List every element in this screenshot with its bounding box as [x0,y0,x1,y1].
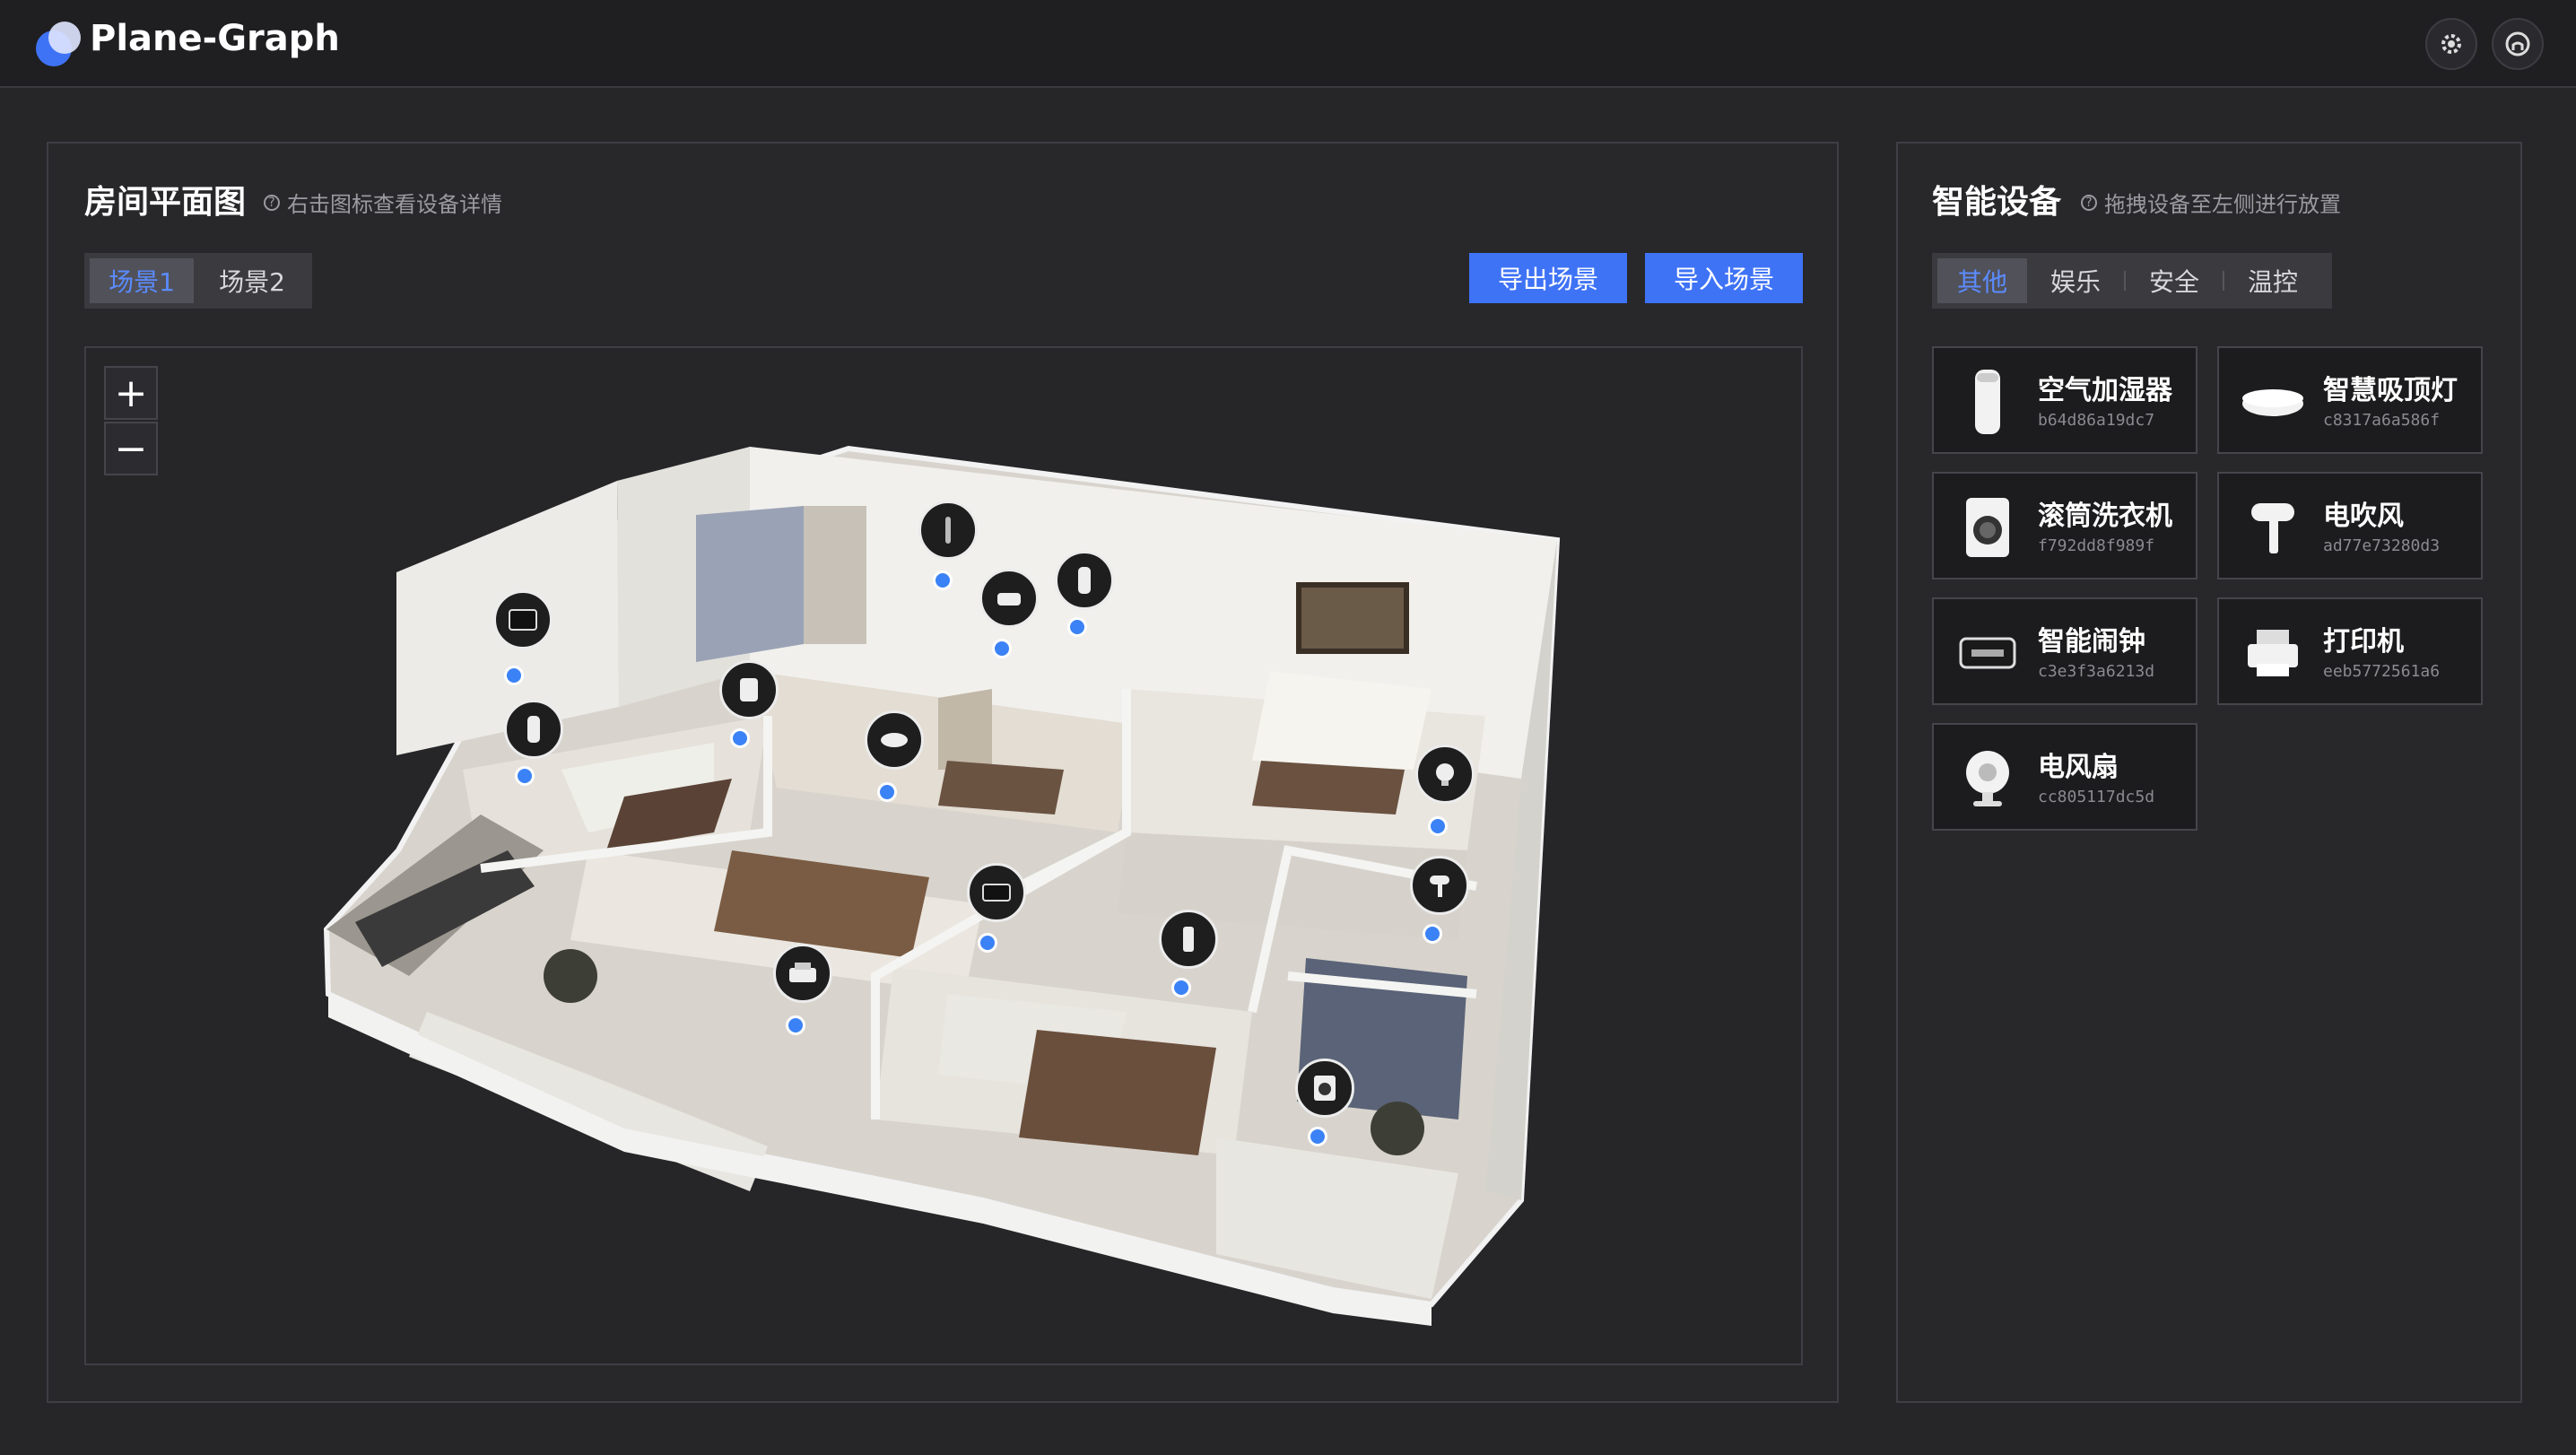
tab-separator [2124,271,2126,291]
scene-tabs: 场景1 场景2 [84,253,312,309]
device-id: cc805117dc5d [2038,788,2155,806]
device-card-washing-machine[interactable]: 滚筒洗衣机 f792dd8f989f [1932,472,2197,579]
settings-gear-icon[interactable] [2425,18,2477,70]
device-id: b64d86a19dc7 [2038,411,2155,430]
marker-dot [515,766,535,786]
device-card-alarm-clock[interactable]: 智能闹钟 c3e3f3a6213d [1932,597,2197,705]
export-scene-button[interactable]: 导出场景 [1469,253,1627,303]
device-id: c8317a6a586f [2323,411,2441,430]
marker-dot [1171,978,1191,998]
marker-dot [504,666,524,685]
marker-dot [877,782,897,802]
tab-scene-2[interactable]: 场景2 [197,258,307,303]
marker-phone[interactable] [1159,910,1218,969]
floorplan-title: 房间平面图 [84,184,247,221]
tab-category-security[interactable]: 安全 [2129,258,2219,303]
devices-title: 智能设备 [1932,184,2062,221]
marker-dot [933,571,953,590]
floorplan-hint-text: 右击图标查看设备详情 [287,192,502,217]
device-card-hair-dryer[interactable]: 电吹风 ad77e73280d3 [2217,472,2483,579]
top-bar: Plane-Graph [0,0,2576,88]
marker-sofa[interactable] [979,569,1039,628]
device-card-fan[interactable]: 电风扇 cc805117dc5d [1932,723,2197,831]
ceiling-light-icon [2239,368,2307,436]
marker-dot [992,639,1012,658]
device-name: 电吹风 [2323,501,2404,532]
floorplan-canvas[interactable]: + − [84,346,1803,1365]
device-name: 打印机 [2323,626,2404,658]
alarm-clock-icon [1954,619,2022,687]
device-name: 空气加湿器 [2038,375,2172,406]
marker-humidifier-2[interactable] [1055,551,1114,610]
marker-printer[interactable] [773,944,832,1003]
device-name: 智能闹钟 [2038,626,2145,658]
device-id: f792dd8f989f [2038,536,2155,555]
tab-scene-1[interactable]: 场景1 [90,258,194,303]
tab-category-entertainment[interactable]: 娱乐 [2031,258,2120,303]
floorplan-hint: ? 右击图标查看设备详情 [264,187,502,218]
device-id: ad77e73280d3 [2323,536,2441,555]
marker-washing-machine[interactable] [1295,1059,1354,1118]
marker-dot [1428,816,1448,836]
marker-alarm-clock[interactable] [493,590,553,649]
tab-category-climate[interactable]: 温控 [2228,258,2318,303]
printer-icon [2239,619,2307,687]
marker-humidifier[interactable] [504,700,563,759]
device-name: 电风扇 [2038,752,2119,783]
marker-speaker[interactable] [918,501,978,560]
category-tabs: 其他 娱乐 安全 温控 [1932,253,2332,309]
github-icon[interactable] [2492,18,2544,70]
devices-hint-text: 拖拽设备至左侧进行放置 [2104,192,2341,217]
device-id: eeb5772561a6 [2323,662,2441,681]
humidifier-icon [1954,368,2022,436]
tab-category-other[interactable]: 其他 [1937,258,2027,303]
marker-dot [1423,924,1442,944]
device-card-printer[interactable]: 打印机 eeb5772561a6 [2217,597,2483,705]
marker-dot [730,728,750,748]
marker-dot [1308,1127,1327,1146]
help-icon: ? [264,194,280,211]
help-icon: ? [2081,194,2097,211]
device-name: 智慧吸顶灯 [2323,375,2458,406]
tab-separator [2223,271,2224,291]
devices-hint: ? 拖拽设备至左侧进行放置 [2081,187,2341,218]
marker-dot [978,933,997,953]
marker-fan[interactable] [1415,745,1475,804]
device-card-humidifier[interactable]: 空气加湿器 b64d86a19dc7 [1932,346,2197,454]
marker-dryer[interactable] [719,660,779,719]
device-card-ceiling-light[interactable]: 智慧吸顶灯 c8317a6a586f [2217,346,2483,454]
device-name: 滚筒洗衣机 [2038,501,2172,532]
marker-alarm-clock-2[interactable] [967,863,1026,922]
marker-dot [1067,617,1087,637]
hair-dryer-icon [2239,493,2307,562]
marker-hair-dryer[interactable] [1410,856,1469,915]
import-scene-button[interactable]: 导入场景 [1645,253,1803,303]
marker-robot-vacuum[interactable] [865,710,924,770]
marker-dot [786,1015,805,1035]
device-id: c3e3f3a6213d [2038,662,2155,681]
fan-icon [1954,745,2022,813]
app-logo-icon [36,22,81,66]
washing-machine-icon [1954,493,2022,562]
app-title: Plane-Graph [90,18,340,59]
